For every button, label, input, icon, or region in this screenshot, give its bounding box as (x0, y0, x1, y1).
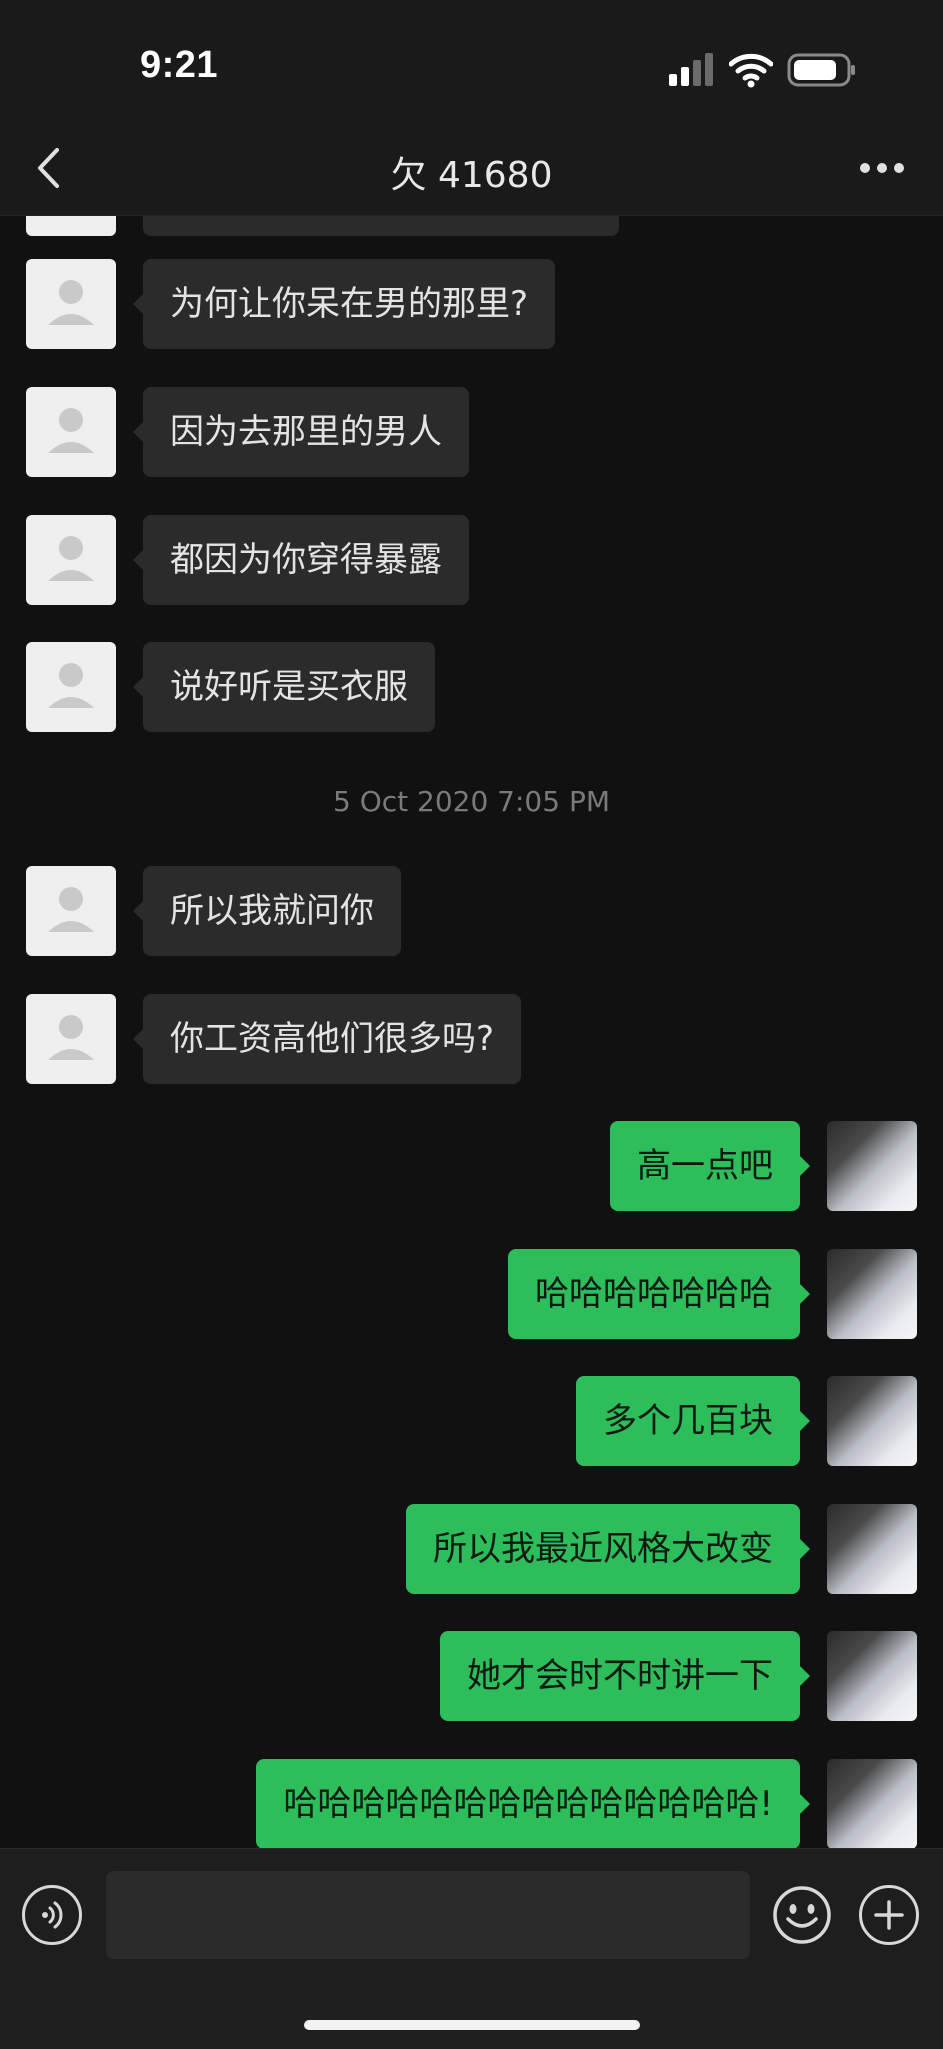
contact-avatar[interactable] (26, 994, 116, 1084)
self-avatar[interactable] (827, 1121, 917, 1211)
plus-icon (874, 1900, 904, 1930)
message-bubble-outgoing[interactable]: 她才会时不时讲一下 (440, 1631, 800, 1721)
message-bubble-incoming[interactable]: 因为去那里的男人 (143, 387, 469, 477)
message-row: 她才会时不时讲一下 (0, 1631, 943, 1721)
self-avatar[interactable] (827, 1759, 917, 1848)
message-bubble-incoming[interactable]: 所以我就问你 (143, 866, 401, 956)
plus-button[interactable] (859, 1885, 919, 1945)
status-icons (667, 50, 857, 90)
home-indicator[interactable] (304, 2020, 640, 2030)
message-bubble-incoming[interactable]: 都因为你穿得暴露 (143, 515, 469, 605)
default-avatar-icon (48, 280, 94, 325)
contact-avatar[interactable] (26, 259, 116, 349)
default-avatar-icon (48, 1015, 94, 1060)
message-bubble-outgoing[interactable]: 高一点吧 (610, 1121, 800, 1211)
message-bubble-incoming[interactable]: 为何让你呆在男的那里? (143, 259, 556, 349)
message-row: 所以我就问你 (0, 866, 943, 956)
status-time: 9:21 (140, 44, 219, 86)
voice-icon (42, 1901, 63, 1929)
default-avatar-icon (48, 408, 94, 453)
self-avatar[interactable] (827, 1631, 917, 1721)
default-avatar-icon (48, 663, 94, 708)
input-bar (0, 1848, 943, 2049)
message-row: 所以我最近风格大改变 (0, 1504, 943, 1594)
default-avatar-icon (48, 887, 94, 932)
default-avatar-icon (48, 536, 94, 581)
battery-icon (787, 53, 855, 87)
contact-avatar[interactable] (26, 866, 116, 956)
chat-title: 欠 41680 (390, 155, 553, 196)
self-avatar[interactable] (827, 1376, 917, 1466)
message-bubble-outgoing[interactable]: 所以我最近风格大改变 (406, 1504, 800, 1594)
message-row: 因为去那里的男人 (0, 387, 943, 477)
emoji-button[interactable] (772, 1885, 832, 1945)
message-bubble-incoming[interactable]: 你工资高他们很多吗? (143, 994, 522, 1084)
self-avatar[interactable] (827, 1249, 917, 1339)
message-input[interactable] (106, 1871, 750, 1959)
contact-avatar[interactable] (26, 387, 116, 477)
contact-avatar[interactable] (26, 642, 116, 732)
message-row: 哈哈哈哈哈哈哈哈哈哈哈哈哈哈! (0, 1759, 943, 1848)
message-bubble-outgoing[interactable]: 哈哈哈哈哈哈哈 (508, 1249, 800, 1339)
cellular-signal-icon (669, 53, 713, 86)
message-row: 都因为你穿得暴露 (0, 515, 943, 605)
self-avatar[interactable] (827, 1504, 917, 1594)
voice-button[interactable] (22, 1885, 82, 1945)
chat-header: 9:21 欠 41680 (0, 0, 943, 216)
message-row: 为何让你呆在男的那里? (0, 259, 943, 349)
message-row: 你工资高他们很多吗? (0, 994, 943, 1084)
message-row: 哈哈哈哈哈哈哈 (0, 1249, 943, 1339)
message-row: 高一点吧 (0, 1121, 943, 1211)
more-button[interactable] (847, 148, 917, 188)
contact-avatar[interactable] (26, 515, 116, 605)
message-row: 说好听是买衣服 (0, 642, 943, 732)
message-bubble-outgoing[interactable]: 哈哈哈哈哈哈哈哈哈哈哈哈哈哈! (256, 1759, 800, 1848)
message-bubble-incoming[interactable]: 说好听是买衣服 (143, 642, 435, 732)
contact-avatar-partial[interactable] (26, 216, 116, 236)
more-dots-icon (860, 163, 904, 173)
message-timestamp: 5 Oct 2020 7:05 PM (332, 785, 610, 818)
message-row: 多个几百块 (0, 1376, 943, 1466)
emoji-icon (773, 1886, 831, 1944)
message-bubble-partial[interactable] (143, 216, 619, 236)
message-bubble-outgoing[interactable]: 多个几百块 (576, 1376, 800, 1466)
wifi-icon (729, 53, 773, 88)
message-list[interactable]: 为何让你呆在男的那里? 因为去那里的男人 都因为你穿得暴露 说好听是买衣服 5 … (0, 216, 943, 1848)
